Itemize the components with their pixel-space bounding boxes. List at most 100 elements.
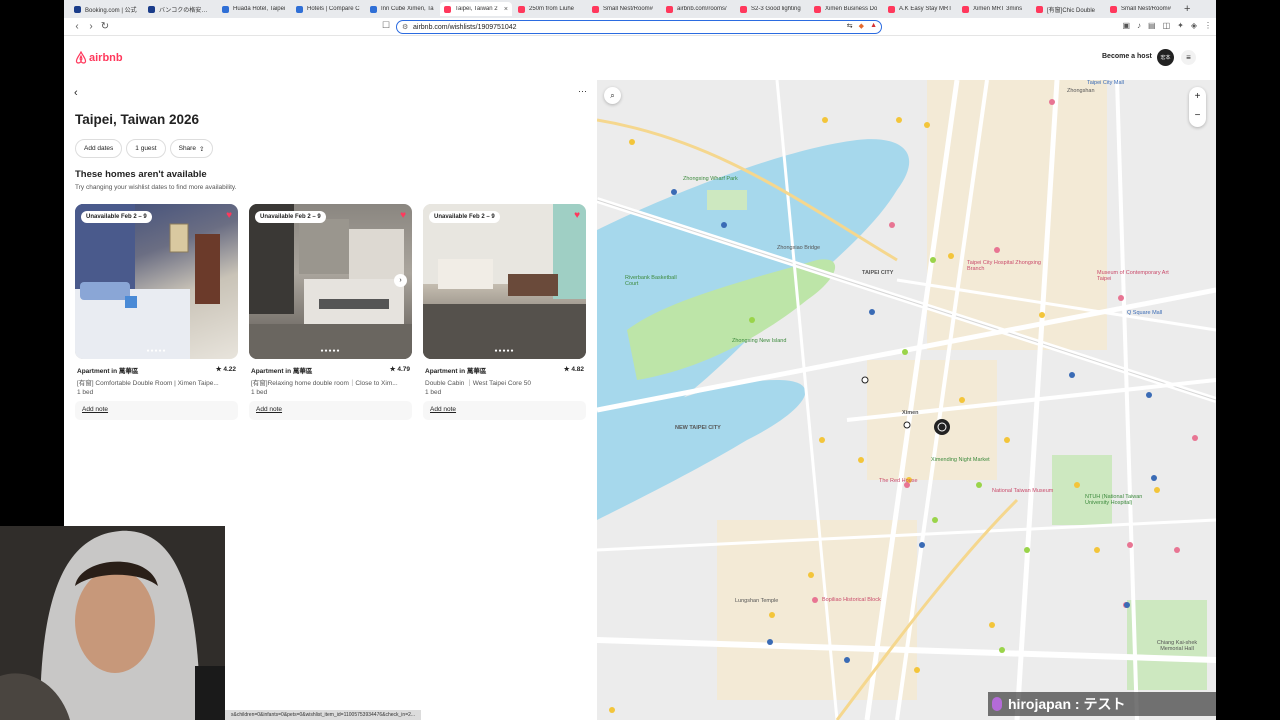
listing-beds: 1 bed [251, 389, 268, 396]
new-tab-icon[interactable]: + [1184, 3, 1190, 15]
next-photo-icon[interactable]: › [394, 274, 407, 287]
browser-tab[interactable]: Huada Hotel, Taipei [218, 2, 290, 16]
heart-icon[interactable]: ♥ [574, 210, 580, 221]
add-note-button[interactable]: Add note [423, 401, 586, 420]
panel-icon[interactable]: ◫ [1163, 21, 1171, 30]
logo-text: airbnb [89, 51, 123, 64]
tab-favicon-icon [1036, 5, 1043, 13]
avatar[interactable]: 宏本 [1157, 49, 1174, 66]
browser-tab[interactable]: Taipei, Taiwan 2 × [440, 2, 512, 16]
tab-favicon-icon [1110, 5, 1117, 13]
browser-menu-icon[interactable]: ⋮ [1204, 21, 1212, 30]
map-label: Ximending Night Market [931, 457, 990, 463]
reader-icon[interactable]: ▤ [1148, 21, 1156, 30]
site-info-icon[interactable]: ⚙ [402, 23, 408, 31]
map-search-icon[interactable]: ⌕ [604, 87, 621, 104]
browser-tab[interactable]: Ximen MRT 3mins [958, 2, 1030, 16]
url-text[interactable]: airbnb.com/wishlists/1909751042 [413, 24, 517, 31]
tab-favicon-icon [370, 5, 377, 13]
extension-icon[interactable]: ◆ [859, 22, 864, 30]
listing-card[interactable]: Unavailable Feb 2 – 9 ♥ ●●●●● Apartment … [75, 204, 238, 420]
browser-tab[interactable]: Ximen Business Do [810, 2, 882, 16]
browser-tab[interactable]: Inn Cube Ximen, Ta [366, 2, 438, 16]
extensions-icon[interactable]: ✦ [1177, 21, 1184, 30]
unavailable-badge: Unavailable Feb 2 – 9 [81, 211, 152, 223]
share-button[interactable]: Share ⇪ [169, 139, 214, 158]
add-dates-button[interactable]: Add dates [75, 139, 123, 158]
tab-label: Ximen Business Do [825, 6, 878, 12]
browser-tab[interactable]: S2-3 Good lighting [736, 2, 808, 16]
tab-favicon-icon [888, 5, 895, 13]
listing-type: Apartment in 萬華區 [251, 368, 313, 375]
listing-card[interactable]: Unavailable Feb 2 – 9 ♥ › ●●●●● Apartmen… [249, 204, 412, 420]
browser-tab[interactable]: Booking.com | 公式 [70, 2, 142, 16]
listing-photo[interactable]: Unavailable Feb 2 – 9 ♥ › ●●●●● [249, 204, 412, 359]
listing-card[interactable]: Unavailable Feb 2 – 9 ♥ ●●●●● Apartment … [423, 204, 586, 420]
sidebar-icon[interactable]: ▣ [1122, 21, 1130, 30]
listing-name: Double Cabin ｜West Taipei Core 50 [425, 380, 531, 387]
hamburger-icon[interactable]: ≡ [1181, 50, 1196, 65]
tab-label: Small Nest/Room# [603, 6, 654, 12]
address-bar[interactable]: ⚙ airbnb.com/wishlists/1909751042 ⇆ ◆ ▲ [396, 20, 882, 34]
translate-icon[interactable]: ⇆ [847, 22, 853, 30]
zoom-out-icon[interactable]: − [1189, 106, 1206, 125]
tab-label: S2-3 Good lighting [751, 6, 801, 12]
listing-beds: 1 bed [425, 389, 442, 396]
alert-icon[interactable]: ▲ [870, 22, 877, 30]
zoom-in-icon[interactable]: + [1189, 87, 1206, 106]
browser-tab[interactable]: Small Nest/Room# [1106, 2, 1178, 16]
unavailable-badge: Unavailable Feb 2 – 9 [255, 211, 326, 223]
tab-label: Huada Hotel, Taipei [233, 6, 286, 12]
browser-window: Booking.com | 公式 バンコクの格安ホテル Huada Hotel, T… [64, 0, 1216, 720]
map-label: Bopiliao Historical Block [822, 597, 881, 603]
reload-icon[interactable]: ↻ [98, 21, 112, 32]
add-note-button[interactable]: Add note [249, 401, 412, 420]
heart-icon[interactable]: ♥ [226, 210, 232, 221]
back-arrow-icon[interactable]: ‹ [74, 87, 78, 99]
browser-tab[interactable]: A.K Easy Stay MRT [884, 2, 956, 16]
carousel-dots: ●●●●● [320, 348, 341, 354]
tab-favicon-icon [148, 5, 155, 13]
browser-tab[interactable]: 250m from Liuhe [514, 2, 586, 16]
map-label: National Taiwan Museum [992, 488, 1054, 494]
browser-tab[interactable]: バンコクの格安ホテル [144, 2, 216, 16]
listing-rating: ★ 4.82 [563, 366, 584, 373]
browser-tab[interactable]: Small Nest/Room# [588, 2, 660, 16]
map[interactable]: Zhongxing Wharf Park Zhongxiao Bridge Ri… [597, 80, 1216, 720]
listing-type: Apartment in 萬華區 [425, 368, 487, 375]
tab-favicon-icon [666, 5, 673, 13]
browser-tab[interactable]: Hotels | Compare C [292, 2, 364, 16]
airbnb-logo[interactable]: airbnb [75, 51, 123, 64]
map-label: Chiang Kai-shek Memorial Hall [1156, 640, 1198, 652]
status-link: s&children=0&infants=0&pets=0&wishlist_i… [225, 710, 422, 720]
tab-strip: Booking.com | 公式 バンコクの格安ホテル Huada Hotel, T… [64, 0, 1216, 18]
tab-favicon-icon [444, 5, 451, 13]
listing-type: Apartment in 萬華區 [77, 368, 139, 375]
browser-tab[interactable]: [有窗]Chic Double [1032, 2, 1104, 16]
guests-button[interactable]: 1 guest [126, 139, 166, 158]
microphone-icon [992, 697, 1002, 711]
listing-photo[interactable]: Unavailable Feb 2 – 9 ♥ ●●●●● [423, 204, 586, 359]
music-icon[interactable]: ♪ [1137, 21, 1141, 30]
forward-icon[interactable]: › [84, 21, 98, 32]
tab-close-icon[interactable]: × [504, 6, 508, 13]
heart-icon[interactable]: ♥ [400, 210, 406, 221]
map-label: Zhongshan [1067, 88, 1095, 94]
tab-label: バンコクの格安ホテル [159, 7, 212, 14]
browser-tab[interactable]: airbnb.com/rooms/ [662, 2, 734, 16]
person-image [0, 526, 225, 720]
map-label: Lungshan Temple [735, 598, 779, 604]
tab-label: airbnb.com/rooms/ [677, 6, 727, 12]
bookmark-icon[interactable]: ☐ [382, 20, 390, 31]
become-host-link[interactable]: Become a host [1102, 53, 1152, 60]
tab-label: [有窗]Chic Double [1047, 7, 1096, 14]
listing-name: [有窗] Comfortable Double Room | Ximen Tai… [77, 380, 219, 387]
shield-icon[interactable]: ◈ [1191, 21, 1197, 30]
add-note-button[interactable]: Add note [75, 401, 238, 420]
listing-beds: 1 bed [77, 389, 94, 396]
more-options-icon[interactable]: ··· [578, 86, 587, 96]
share-label: Share [178, 145, 196, 152]
back-icon[interactable]: ‹ [70, 21, 84, 32]
zoom-controls: + − [1189, 87, 1206, 127]
listing-photo[interactable]: Unavailable Feb 2 – 9 ♥ ●●●●● [75, 204, 238, 359]
